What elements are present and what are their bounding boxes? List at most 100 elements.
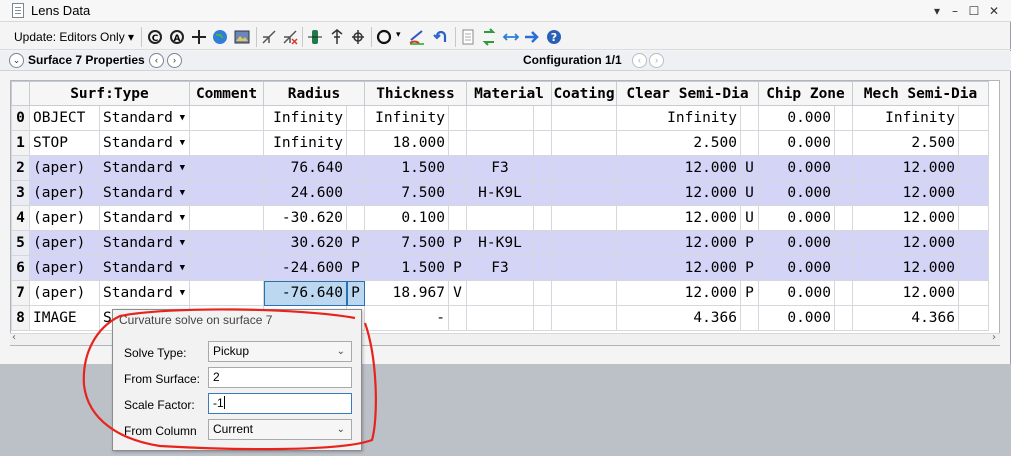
cell-clear-semi-dia-solve[interactable]: P [740, 255, 759, 281]
cell-radius-solve[interactable] [346, 155, 365, 181]
cell-mech-semi-dia-solve[interactable] [958, 205, 989, 231]
cell-coating[interactable] [551, 155, 617, 181]
cell-chip-zone-solve[interactable] [834, 305, 853, 331]
cell-comment[interactable] [189, 130, 264, 156]
auto-update-icon[interactable]: A [168, 28, 186, 46]
solve-dropdown-arrow-icon[interactable]: ▾ [396, 30, 401, 40]
next-config-icon[interactable]: › [649, 53, 664, 68]
cell-material-solve[interactable] [533, 230, 552, 256]
cell-material-solve[interactable] [533, 155, 552, 181]
image-icon[interactable] [233, 28, 251, 46]
cell-material[interactable] [466, 205, 534, 231]
cell-surface-type[interactable]: Standard ▼ [99, 130, 190, 156]
cell-thickness-solve[interactable] [448, 130, 467, 156]
cell-radius-solve[interactable] [346, 205, 365, 231]
cell-mech-semi-dia-solve[interactable] [958, 180, 989, 206]
cell-mech-semi-dia[interactable]: 2.500 [852, 130, 959, 156]
swap-arrows-icon[interactable] [480, 28, 498, 46]
table-row[interactable]: 1 STOP Standard ▼ Infinity 18.000 2.500 0.000 2.… [11, 130, 989, 156]
table-row[interactable]: 2 (aper) Standard ▼ 76.640 1.500 F3 12.000 U 0.00… [11, 155, 989, 181]
cell-thickness[interactable]: 7.500 [364, 230, 449, 256]
cell-radius[interactable]: -24.600 [263, 255, 347, 281]
cell-thickness[interactable]: 18.967 [364, 280, 449, 306]
scroll-right-icon[interactable]: › [992, 332, 996, 343]
cell-chip-zone[interactable]: 0.000 [758, 305, 835, 331]
cell-thickness-solve[interactable]: V [448, 280, 467, 306]
cell-coating[interactable] [551, 180, 617, 206]
surface-properties-label[interactable]: Surface 7 Properties [28, 53, 145, 67]
cell-coating[interactable] [551, 280, 617, 306]
maximize-icon[interactable]: ☐ [965, 2, 983, 20]
cell-coating[interactable] [551, 105, 617, 131]
ray-aiming-icon[interactable] [408, 28, 426, 46]
header-chip-zone[interactable]: Chip Zone [758, 81, 853, 106]
cell-surface-name[interactable]: (aper) [29, 255, 100, 281]
cell-clear-semi-dia-solve[interactable]: U [740, 155, 759, 181]
table-row[interactable]: 4 (aper) Standard ▼ -30.620 0.100 12.000 U 0.000… [11, 205, 989, 231]
cell-mech-semi-dia-solve[interactable] [958, 155, 989, 181]
solve-type-select[interactable]: Pickup ⌄ [208, 341, 352, 362]
cell-mech-semi-dia[interactable]: 12.000 [852, 155, 959, 181]
cell-mech-semi-dia[interactable]: Infinity [852, 105, 959, 131]
cell-radius[interactable]: -30.620 [263, 205, 347, 231]
cell-material-solve[interactable] [533, 205, 552, 231]
cell-radius-solve[interactable] [346, 180, 365, 206]
cell-clear-semi-dia-solve[interactable] [740, 130, 759, 156]
cell-chip-zone-solve[interactable] [834, 155, 853, 181]
cell-mech-semi-dia[interactable]: 12.000 [852, 280, 959, 306]
cell-chip-zone[interactable]: 0.000 [758, 230, 835, 256]
cell-radius[interactable]: 30.620 [263, 230, 347, 256]
cell-radius-solve[interactable] [346, 130, 365, 156]
cell-material-solve[interactable] [533, 130, 552, 156]
help-icon[interactable]: ? [545, 28, 563, 46]
cell-thickness[interactable]: Infinity [364, 105, 449, 131]
cell-surface-name[interactable]: IMAGE [29, 305, 100, 331]
arrow-right-icon[interactable] [523, 28, 541, 46]
cell-radius[interactable]: 24.600 [263, 180, 347, 206]
cell-thickness-solve[interactable] [448, 105, 467, 131]
cell-clear-semi-dia[interactable]: 12.000 [616, 280, 741, 306]
cell-chip-zone-solve[interactable] [834, 255, 853, 281]
cell-comment[interactable] [189, 105, 264, 131]
cell-radius[interactable]: -76.640 [263, 280, 347, 306]
from-column-select[interactable]: Current ⌄ [208, 419, 352, 440]
cell-surface-type[interactable]: Standard ▼ [99, 280, 190, 306]
cell-chip-zone-solve[interactable] [834, 180, 853, 206]
cell-radius[interactable]: Infinity [263, 105, 347, 131]
next-surface-icon[interactable]: › [167, 53, 182, 68]
header-mech-semi-dia[interactable]: Mech Semi-Dia [852, 81, 989, 106]
globe-icon[interactable] [211, 28, 229, 46]
close-icon[interactable]: ✕ [985, 2, 1003, 20]
cell-material[interactable] [466, 280, 534, 306]
cell-material-solve[interactable] [533, 105, 552, 131]
cell-surface-name[interactable]: (aper) [29, 180, 100, 206]
cell-clear-semi-dia[interactable]: 4.366 [616, 305, 741, 331]
cell-mech-semi-dia[interactable]: 12.000 [852, 230, 959, 256]
undo-arrow-icon[interactable] [432, 28, 450, 46]
cell-surface-type[interactable]: Standard ▼ [99, 255, 190, 281]
type-dropdown-arrow-icon[interactable]: ▼ [180, 163, 185, 173]
cell-mech-semi-dia[interactable]: 12.000 [852, 180, 959, 206]
cell-thickness-solve[interactable] [448, 155, 467, 181]
update-mode-dropdown[interactable]: Update: Editors Only ▾ [14, 28, 134, 46]
cell-clear-semi-dia-solve[interactable]: U [740, 205, 759, 231]
minimize-icon[interactable]: – [946, 2, 964, 20]
cell-clear-semi-dia[interactable]: 12.000 [616, 155, 741, 181]
header-comment[interactable]: Comment [189, 81, 264, 106]
cell-clear-semi-dia[interactable]: 12.000 [616, 180, 741, 206]
cell-material-solve[interactable] [533, 180, 552, 206]
cell-surface-name[interactable]: (aper) [29, 280, 100, 306]
cell-mech-semi-dia-solve[interactable] [958, 105, 989, 131]
cell-thickness[interactable]: 7.500 [364, 180, 449, 206]
cell-material[interactable]: H-K9L [466, 180, 534, 206]
header-coating[interactable]: Coating [551, 81, 617, 106]
cell-mech-semi-dia-solve[interactable] [958, 305, 989, 331]
cell-material-solve[interactable] [533, 280, 552, 306]
cell-comment[interactable] [189, 255, 264, 281]
cell-surface-name[interactable]: OBJECT [29, 105, 100, 131]
cell-thickness[interactable]: 18.000 [364, 130, 449, 156]
cell-clear-semi-dia[interactable]: 2.500 [616, 130, 741, 156]
type-dropdown-arrow-icon[interactable]: ▼ [180, 213, 185, 223]
cell-surface-name[interactable]: (aper) [29, 205, 100, 231]
cell-radius-solve[interactable]: P [346, 230, 365, 256]
